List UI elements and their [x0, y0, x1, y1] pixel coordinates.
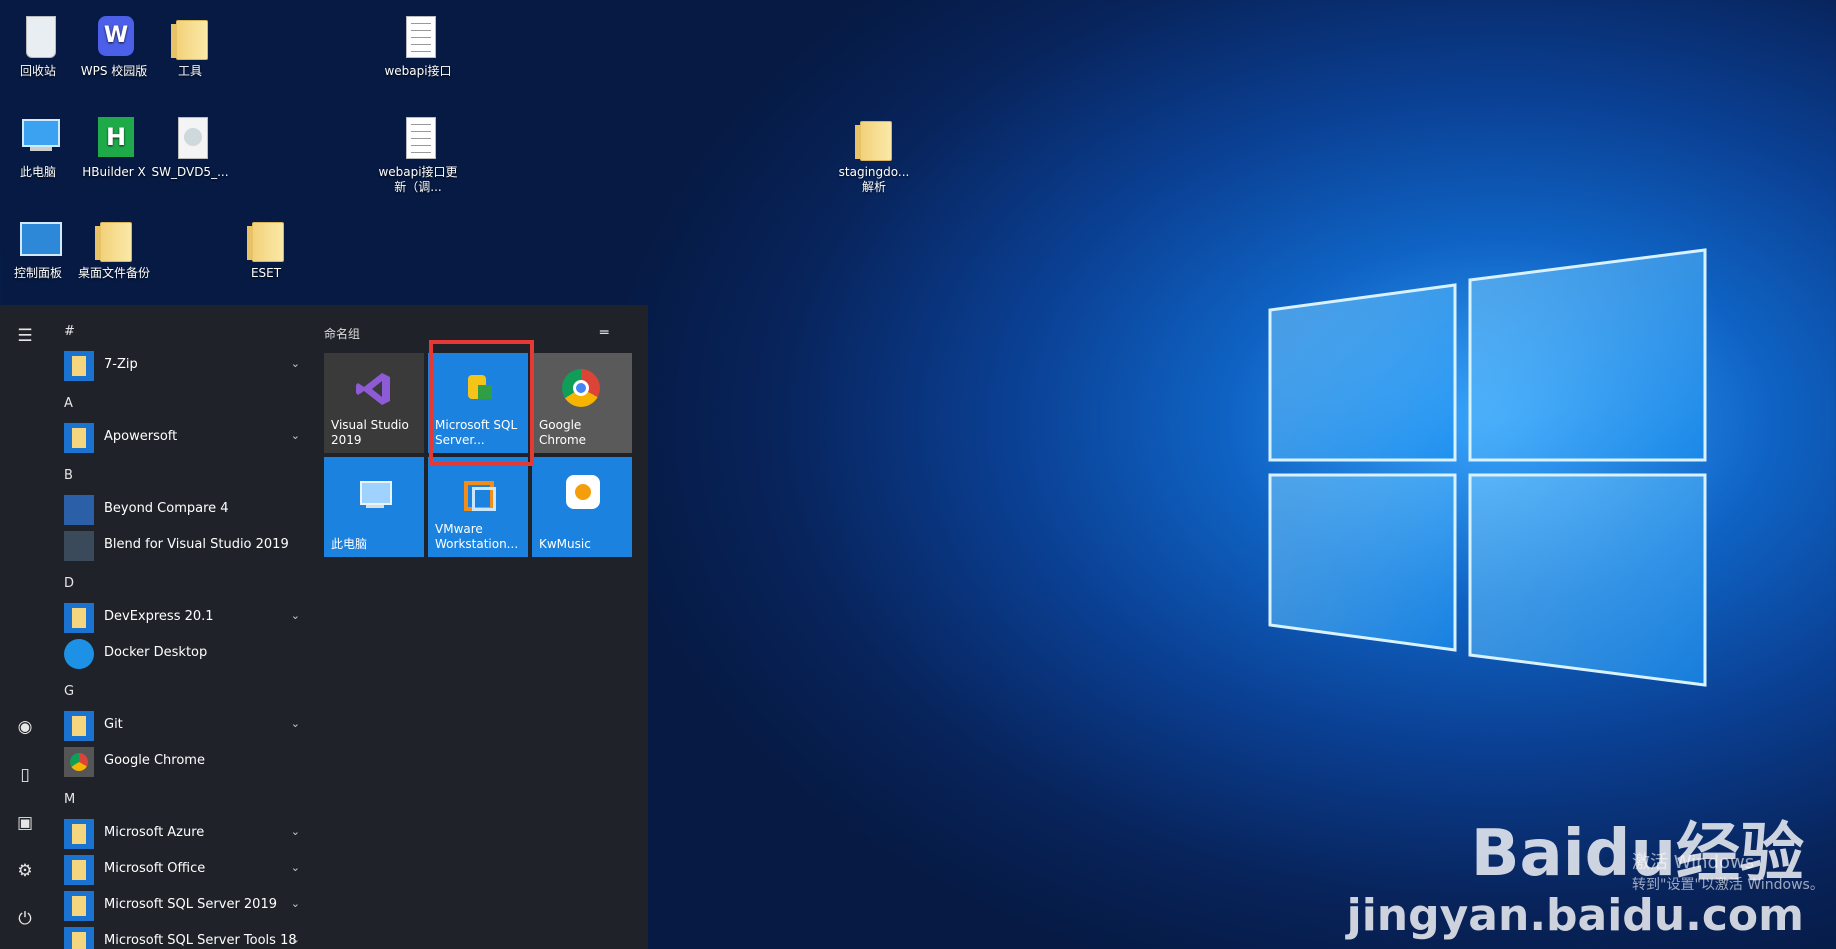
highlight-box: [429, 340, 534, 466]
desktop-icon-label: HBuilder X: [82, 165, 146, 179]
desktop-icon-label: 此电脑: [19, 165, 56, 179]
folder-icon: [64, 711, 94, 741]
vmware-icon: [458, 473, 498, 513]
app-item-apowersoft[interactable]: Apowersoft ⌄: [64, 421, 300, 455]
app-item-blend[interactable]: Blend for Visual Studio 2019: [64, 529, 300, 563]
blend-icon: [64, 531, 94, 561]
hamburger-menu-icon[interactable]: ☰: [14, 325, 36, 347]
folder-icon: [168, 14, 212, 60]
wps-icon: W: [92, 14, 136, 60]
chevron-down-icon: ⌄: [290, 933, 300, 946]
desktop-icon-label: SW_DVD5_...: [151, 165, 229, 179]
app-item-beyond-compare[interactable]: Beyond Compare 4: [64, 493, 300, 527]
chevron-down-icon: ⌄: [290, 357, 300, 370]
document-icon: [396, 115, 440, 161]
control-panel-icon: [16, 216, 62, 262]
power-icon[interactable]: ⏻: [14, 908, 36, 930]
baidu-watermark: Baidu经验 jingyan.baidu.com: [1347, 818, 1804, 941]
folder-icon: [64, 351, 94, 381]
recycle-bin-icon: [16, 14, 60, 60]
desktop-icon-recycle-bin[interactable]: 回收站: [0, 14, 79, 79]
app-item-sql-server-2019[interactable]: Microsoft SQL Server 2019 ⌄: [64, 889, 300, 923]
tile-group-name[interactable]: 命名组: [324, 325, 360, 342]
desktop-icon-label: stagingdo...解析: [838, 165, 910, 194]
desktop-icon-webapi[interactable]: webapi接口: [377, 14, 459, 79]
desktop-icon-webapi-update[interactable]: webapi接口更新（调...: [377, 115, 459, 195]
documents-icon[interactable]: ▯: [14, 764, 36, 786]
baidu-brand: Baidu经验: [1470, 817, 1804, 891]
desktop-icon-label: webapi接口: [384, 64, 452, 78]
desktop-icon-backup[interactable]: 桌面文件备份: [73, 216, 155, 281]
folder-icon: [64, 819, 94, 849]
computer-icon: [354, 473, 394, 513]
beyond-compare-icon: [64, 495, 94, 525]
pictures-icon[interactable]: ▣: [14, 812, 36, 834]
app-item-google-chrome[interactable]: Google Chrome: [64, 745, 300, 779]
docker-icon: [64, 639, 94, 669]
folder-icon: [64, 891, 94, 921]
desktop-icon-label: WPS 校园版: [80, 64, 148, 78]
folder-icon: [64, 423, 94, 453]
chrome-icon: [562, 369, 602, 409]
chevron-down-icon: ⌄: [290, 609, 300, 622]
app-list-header[interactable]: B: [64, 468, 73, 483]
folder-icon: [244, 216, 288, 262]
desktop-icon-label: 桌面文件备份: [77, 266, 150, 280]
app-list-header[interactable]: #: [64, 324, 75, 339]
windows-logo-light: [1268, 248, 1707, 687]
app-item-git[interactable]: Git ⌄: [64, 709, 300, 743]
app-item-devexpress[interactable]: DevExpress 20.1 ⌄: [64, 601, 300, 635]
desktop-icon-label: webapi接口更新（调...: [378, 165, 458, 194]
chevron-down-icon: ⌄: [290, 429, 300, 442]
app-item-docker[interactable]: Docker Desktop: [64, 637, 300, 671]
folder-icon: [92, 216, 136, 262]
desktop-icon-eset[interactable]: ESET: [225, 216, 307, 281]
tile-google-chrome[interactable]: Google Chrome: [532, 353, 632, 453]
document-icon: [396, 14, 440, 60]
app-item-microsoft-azure[interactable]: Microsoft Azure ⌄: [64, 817, 300, 851]
desktop-icon-sw-dvd[interactable]: SW_DVD5_...: [149, 115, 231, 180]
tile-vmware[interactable]: VMware Workstation...: [428, 457, 528, 557]
settings-gear-icon[interactable]: ⚙: [14, 860, 36, 882]
group-handle-icon[interactable]: ═: [600, 325, 608, 341]
visual-studio-icon: [354, 369, 394, 409]
chevron-down-icon: ⌄: [290, 717, 300, 730]
chevron-down-icon: ⌄: [290, 861, 300, 874]
desktop-icon-control-panel[interactable]: 控制面板: [0, 216, 79, 281]
desktop-icon-label: 回收站: [19, 64, 56, 78]
app-list-header[interactable]: M: [64, 792, 75, 807]
desktop-icon-stagingdo[interactable]: stagingdo...解析: [833, 115, 915, 195]
desktop-icon-label: ESET: [250, 266, 282, 280]
user-account-icon[interactable]: ◉: [14, 716, 36, 738]
desktop-icon-hbuilder[interactable]: H HBuilder X: [73, 115, 155, 180]
chrome-icon: [64, 747, 94, 777]
computer-icon: [16, 115, 60, 161]
desktop-icon-label: 工具: [177, 64, 202, 78]
chevron-down-icon: ⌄: [290, 897, 300, 910]
app-item-sql-server-tools[interactable]: Microsoft SQL Server Tools 18 ⌄: [64, 925, 300, 949]
app-list-header[interactable]: G: [64, 684, 74, 699]
app-list-header[interactable]: D: [64, 576, 74, 591]
kwmusic-icon: [562, 473, 602, 513]
baidu-url: jingyan.baidu.com: [1346, 890, 1804, 941]
hbuilder-icon: H: [92, 115, 136, 161]
tile-kwmusic[interactable]: KwMusic: [532, 457, 632, 557]
chevron-down-icon: ⌄: [290, 825, 300, 838]
start-rail: ☰ ◉ ▯ ▣ ⚙ ⏻: [0, 305, 50, 949]
folder-icon: [64, 927, 94, 949]
disc-image-icon: [168, 115, 212, 161]
start-menu: ☰ ◉ ▯ ▣ ⚙ ⏻ # 7-Zip ⌄ A Apowersoft ⌄ B Bey…: [0, 305, 648, 949]
tile-this-pc[interactable]: 此电脑: [324, 457, 424, 557]
app-list-header[interactable]: A: [64, 396, 73, 411]
app-item-7zip[interactable]: 7-Zip ⌄: [64, 349, 300, 383]
desktop-icon-tools[interactable]: 工具: [149, 14, 231, 79]
desktop-icon-label: 控制面板: [13, 266, 62, 280]
folder-icon: [64, 855, 94, 885]
desktop-icon-this-pc[interactable]: 此电脑: [0, 115, 79, 180]
tile-visual-studio[interactable]: Visual Studio 2019: [324, 353, 424, 453]
folder-icon: [64, 603, 94, 633]
app-item-microsoft-office[interactable]: Microsoft Office ⌄: [64, 853, 300, 887]
desktop-icon-wps[interactable]: W WPS 校园版: [73, 14, 155, 79]
folder-icon: [852, 115, 896, 161]
